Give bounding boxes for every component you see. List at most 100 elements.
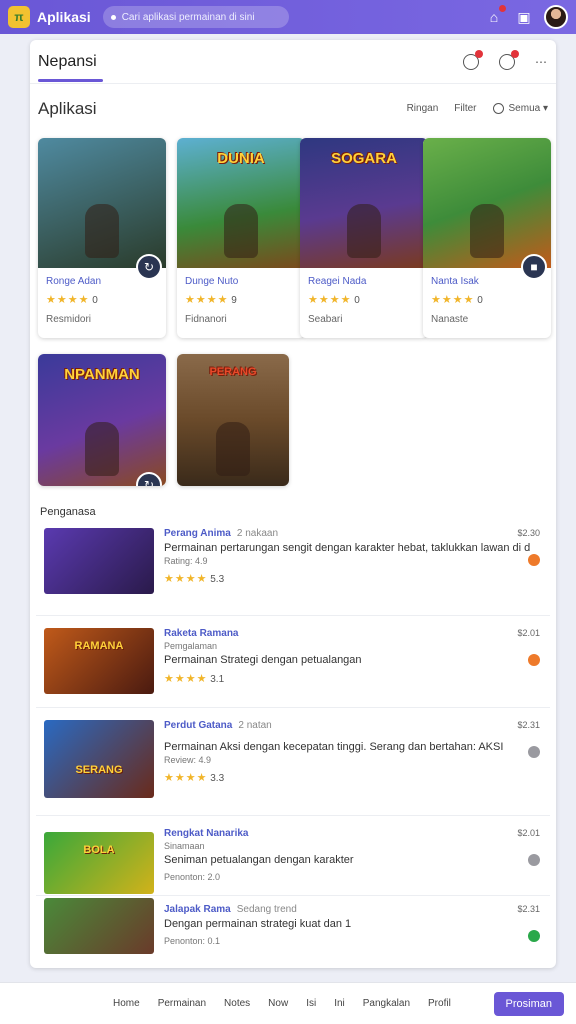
- game-card[interactable]: ■ Nanta Isak ★★★★ 0 Nanaste: [423, 138, 551, 338]
- game-art-title: SOGARA: [331, 150, 397, 167]
- game-card[interactable]: SOGARA Reagei Nada ★★★★ 0 Seabari: [300, 138, 428, 338]
- search-placeholder: Cari aplikasi permainan di sini: [121, 11, 255, 23]
- game-card[interactable]: PERANG: [177, 354, 289, 486]
- list-item-meta: Penonton: 0.1: [164, 936, 221, 946]
- game-art: ↻: [38, 138, 166, 280]
- game-subtitle: Fidnanori: [185, 314, 227, 325]
- category-dropdown[interactable]: Semua ▾: [492, 103, 548, 115]
- game-art: PERANG: [177, 354, 289, 486]
- game-art-title: PERANG: [209, 366, 257, 378]
- nav-item[interactable]: Notes: [215, 998, 259, 1009]
- game-card[interactable]: ↻ Ronge Adan ★★★★ 0 Resmidori: [38, 138, 166, 338]
- primary-action-button[interactable]: Prosiman: [493, 991, 564, 1016]
- thumbnail-title: BOLA: [83, 844, 115, 856]
- list-item-name: Raketa Ramana: [164, 628, 239, 639]
- nav-item[interactable]: Isi: [297, 998, 325, 1009]
- list-item-price: $2.01: [517, 628, 540, 638]
- list-item-price: $2.31: [517, 904, 540, 914]
- nav-item[interactable]: Pangkalan: [354, 998, 419, 1009]
- list-item-name: Perdut Gatana: [164, 720, 233, 731]
- list-item[interactable]: RAMANA Raketa Ramana Pemgalaman Permaina…: [36, 616, 550, 708]
- rating-value: 0: [92, 295, 98, 306]
- nav-item[interactable]: Profil: [419, 998, 460, 1009]
- game-subtitle: Resmidori: [46, 314, 92, 325]
- refresh-icon[interactable]: ↻: [136, 472, 162, 486]
- game-art: SOGARA: [300, 138, 428, 268]
- game-character: [347, 204, 381, 258]
- rating-stars: ★★★★: [46, 294, 90, 306]
- list-item-title: Raketa Ramana: [164, 628, 530, 639]
- refresh-icon[interactable]: ↻: [136, 254, 162, 280]
- game-character: [470, 204, 504, 258]
- rating-stars: ★★★★: [308, 294, 352, 306]
- search-input[interactable]: Cari aplikasi permainan di sini: [102, 6, 289, 28]
- status-dot-icon: [528, 554, 540, 566]
- search-icon: [110, 14, 116, 20]
- game-rating: ★★★★ 0: [431, 293, 543, 306]
- game-character: [85, 422, 119, 476]
- list-item-name: Jalapak Rama: [164, 904, 231, 915]
- rating-value: 3.3: [210, 773, 225, 784]
- list-item-rating: ★★★★ 3.1: [164, 672, 530, 685]
- rating-stars: ★★★★: [164, 573, 208, 585]
- section-header: Aplikasi Ringan Filter Semua ▾: [30, 84, 556, 134]
- list-item-desc: Permainan pertarungan sengit dengan kara…: [164, 542, 530, 554]
- rating-value: 9: [231, 295, 237, 306]
- game-name[interactable]: Dunge Nuto: [185, 276, 297, 287]
- list-item[interactable]: Jalapak Rama Sedang trend Dengan permaina…: [36, 896, 550, 966]
- status-dot-icon: [528, 654, 540, 666]
- sort-button[interactable]: Ringan: [407, 103, 439, 114]
- main-panel: Nepansi ⋯ Aplikasi Ringan Filter Semua ▾…: [30, 40, 556, 968]
- rating-stars: ★★★★: [431, 294, 475, 306]
- notification-icon[interactable]: [463, 49, 483, 70]
- tab-bar: Nepansi ⋯: [30, 40, 556, 84]
- game-art: DUNIA: [177, 138, 305, 268]
- chat-icon[interactable]: [499, 49, 519, 70]
- nav-item[interactable]: Ini: [325, 998, 354, 1009]
- list-item-date: Sedang trend: [236, 904, 297, 915]
- list-item-price: $2.01: [517, 828, 540, 838]
- chat-badge: [511, 49, 519, 58]
- rating-value: 5.3: [210, 574, 225, 585]
- list-item[interactable]: SERANG Perdut Gatana 2 natan Permainan Ak…: [36, 708, 550, 816]
- more-menu-icon[interactable]: ⋯: [535, 55, 548, 69]
- list-item-title: Jalapak Rama Sedang trend: [164, 904, 530, 915]
- save-icon[interactable]: ■: [521, 254, 547, 280]
- list-item-desc: Permainan Strategi dengan petualangan: [164, 654, 362, 666]
- game-name[interactable]: Reagei Nada: [308, 276, 420, 287]
- game-rating: ★★★★ 0: [308, 293, 420, 306]
- list-item-date: 2 natan: [238, 720, 272, 731]
- list-item[interactable]: Perang Anima 2 nakaan Permainan pertarung…: [36, 520, 550, 616]
- game-subtitle: Seabari: [308, 314, 343, 325]
- game-rating: ★★★★ 9: [185, 293, 297, 306]
- list-item-name: Perang Anima: [164, 528, 231, 539]
- game-art: NPANMAN ↻: [38, 354, 166, 486]
- game-subtitle: Nanaste: [431, 314, 469, 325]
- list-item-title: Perang Anima 2 nakaan: [164, 528, 530, 539]
- game-card[interactable]: NPANMAN ↻: [38, 354, 166, 486]
- nav-item[interactable]: Now: [259, 998, 297, 1009]
- game-card[interactable]: DUNIA Dunge Nuto ★★★★ 9 Fidnanori: [177, 138, 305, 338]
- home-icon[interactable]: ⌂: [484, 5, 506, 27]
- rating-value: 0: [477, 295, 483, 306]
- list-item[interactable]: BOLA Rengkat Nanarika Sinamaan Seniman p…: [36, 816, 550, 896]
- nav-item[interactable]: Permainan: [149, 998, 215, 1009]
- list-thumbnail: BOLA: [44, 832, 154, 894]
- app-logo: π: [8, 6, 30, 28]
- tablet-icon[interactable]: ▣: [514, 7, 534, 27]
- list-item-subtitle: Sinamaan: [164, 841, 205, 851]
- bottom-nav: Home Permainan Notes Now Isi Ini Pangkal…: [0, 982, 576, 1024]
- nav-item[interactable]: Home: [104, 998, 149, 1009]
- avatar[interactable]: [544, 5, 568, 29]
- game-art-title: NPANMAN: [64, 366, 140, 383]
- list-item-rating: ★★★★ 5.3: [164, 572, 530, 585]
- filter-button[interactable]: Filter: [454, 103, 476, 114]
- rating-stars: ★★★★: [164, 772, 208, 784]
- status-dot-icon: [528, 854, 540, 866]
- list-item-price: $2.31: [517, 720, 540, 730]
- list-item-meta: Rating: 4.9: [164, 556, 208, 566]
- list-item-meta: Penonton: 2.0: [164, 872, 221, 882]
- tab-active[interactable]: Nepansi: [38, 40, 103, 84]
- filter-icon: [492, 103, 504, 115]
- list-item-meta: Review: 4.9: [164, 755, 212, 765]
